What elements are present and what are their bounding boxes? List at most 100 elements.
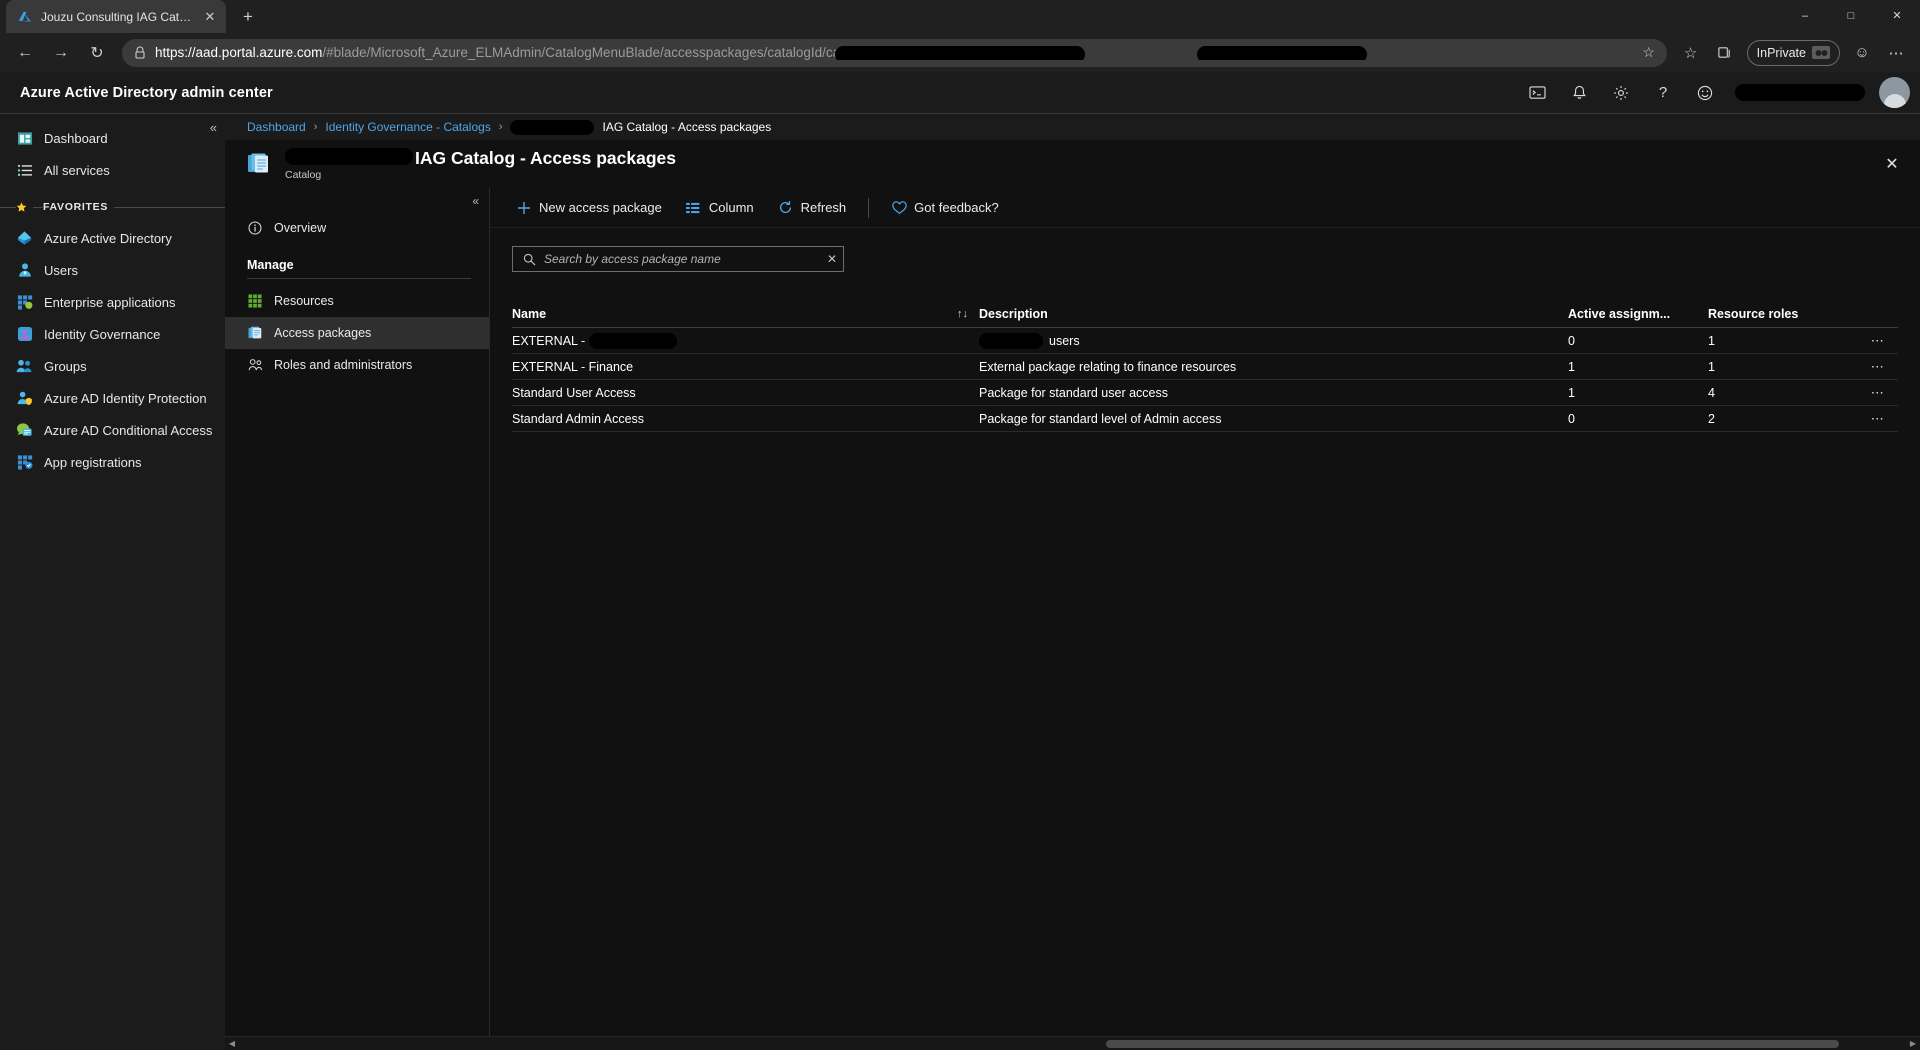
forward-icon[interactable]: → [44, 38, 78, 68]
window-close-button[interactable]: ✕ [1874, 0, 1920, 31]
close-icon[interactable]: ✕ [1878, 150, 1906, 178]
access-packages-panel: New access package Column Refresh Got fe… [490, 188, 1920, 1036]
sidebar-item-users[interactable]: Users [0, 254, 225, 286]
blade-subtitle: Catalog [285, 168, 322, 181]
sidebar-item-identity-governance[interactable]: Identity Governance [0, 318, 225, 350]
url-redaction-1 [835, 46, 1085, 60]
search-box[interactable]: ✕ [512, 246, 844, 272]
blade-menu-item-overview[interactable]: Overview [225, 212, 489, 244]
sidebar-item-label: Azure AD Conditional Access [44, 422, 213, 438]
new-access-package-button[interactable]: New access package [506, 193, 672, 223]
cell-active-assignments: 1 [1568, 359, 1575, 374]
search-input[interactable] [544, 252, 820, 266]
table-row[interactable]: EXTERNAL - users 0 1 ⋯ [512, 328, 1898, 354]
sidebar-collapse-icon[interactable]: « [210, 120, 217, 135]
blade-menu-item-label: Overview [274, 221, 327, 235]
column-header-resource-roles[interactable]: Resource roles [1708, 307, 1858, 321]
users-icon [16, 262, 33, 279]
blade-menu-collapse-icon[interactable]: « [472, 194, 479, 208]
browser-more-icon[interactable]: ⋯ [1880, 38, 1912, 68]
sort-indicator-icon[interactable]: ↑↓ [957, 308, 979, 320]
bookmark-star-icon[interactable]: ☆ [1637, 44, 1661, 61]
row-more-actions-icon[interactable]: ⋯ [1858, 385, 1898, 401]
cloud-shell-icon[interactable] [1517, 73, 1557, 113]
cell-active-assignments: 1 [1568, 385, 1575, 400]
scroll-right-arrow-icon[interactable]: ▶ [1906, 1038, 1920, 1050]
got-feedback-button[interactable]: Got feedback? [881, 193, 1009, 223]
sidebar-item-label: Azure Active Directory [44, 230, 172, 246]
table-row[interactable]: Standard User Access Package for standar… [512, 380, 1898, 406]
feedback-smiley-icon[interactable] [1685, 73, 1725, 113]
sidebar-item-azure-ad-identity-protection[interactable]: Azure AD Identity Protection [0, 382, 225, 414]
blade-menu-item-label: Resources [274, 294, 334, 308]
feedback-smiley-icon[interactable]: ☺ [1846, 38, 1878, 68]
sidebar-item-all-services[interactable]: All services [0, 154, 225, 186]
breadcrumb-item-identity-governance-catalogs[interactable]: Identity Governance - Catalogs [325, 120, 490, 134]
scroll-left-arrow-icon[interactable]: ◀ [225, 1038, 239, 1050]
breadcrumb-item-redacted[interactable] [510, 119, 595, 135]
search-icon [521, 251, 537, 267]
row-more-actions-icon[interactable]: ⋯ [1858, 333, 1898, 349]
collections-icon[interactable] [1709, 38, 1741, 68]
page-title: IAG Catalog - Access packages [415, 147, 676, 168]
reload-icon[interactable]: ↻ [80, 38, 114, 68]
table-row[interactable]: Standard Admin Access Package for standa… [512, 406, 1898, 432]
cell-description-redaction [979, 332, 1043, 349]
notifications-icon[interactable] [1559, 73, 1599, 113]
settings-gear-icon[interactable] [1601, 73, 1641, 113]
sidebar-item-label: Users [44, 262, 78, 278]
blade-menu-item-roles-and-administrators[interactable]: Roles and administrators [225, 349, 489, 381]
sidebar-item-app-registrations[interactable]: App registrations [0, 446, 225, 478]
help-icon[interactable]: ? [1643, 73, 1683, 113]
breadcrumb-separator: › [313, 121, 318, 133]
window-controls: – □ ✕ [1782, 0, 1920, 33]
blade-header: IAG Catalog - Access packages Catalog ✕ [225, 140, 1920, 188]
column-header-active-assignments[interactable]: Active assignm... [1568, 307, 1708, 321]
new-tab-button[interactable]: + [234, 3, 262, 31]
breadcrumb-item-dashboard[interactable]: Dashboard [247, 120, 306, 134]
cell-resource-roles: 2 [1708, 411, 1715, 426]
scrollbar-track[interactable] [239, 1037, 1906, 1050]
browser-tab[interactable]: Jouzu Consulting IAG Catalog - A ✕ [6, 0, 226, 33]
address-bar-url: https://aad.portal.azure.com/#blade/Micr… [155, 45, 1637, 60]
row-more-actions-icon[interactable]: ⋯ [1858, 411, 1898, 427]
columns-icon [686, 200, 702, 216]
cell-description: External package relating to finance res… [979, 359, 1237, 374]
identity-protection-icon [16, 390, 33, 407]
sidebar-item-label: Azure AD Identity Protection [44, 390, 207, 406]
access-packages-icon [247, 325, 263, 341]
back-icon[interactable]: ← [8, 38, 42, 68]
window-minimize-button[interactable]: – [1782, 0, 1828, 31]
cell-name: EXTERNAL - [512, 332, 957, 349]
sidebar-item-groups[interactable]: Groups [0, 350, 225, 382]
conditional-access-icon [16, 422, 33, 439]
address-bar[interactable]: https://aad.portal.azure.com/#blade/Micr… [122, 38, 1667, 67]
horizontal-scrollbar[interactable]: ◀ ▶ [225, 1036, 1920, 1050]
favorites-header: FAVORITES [0, 192, 225, 222]
window-maximize-button[interactable]: □ [1828, 0, 1874, 31]
column-header-name[interactable]: Name [512, 307, 957, 321]
avatar[interactable] [1879, 77, 1910, 108]
sidebar-item-enterprise-applications[interactable]: Enterprise applications [0, 286, 225, 318]
all-services-icon [16, 162, 33, 179]
inprivate-badge[interactable]: InPrivate [1746, 39, 1840, 66]
blade-menu-item-access-packages[interactable]: Access packages [225, 317, 489, 349]
favorites-icon[interactable]: ☆ [1675, 38, 1707, 68]
blade-menu-item-resources[interactable]: Resources [225, 285, 489, 317]
column-header-description[interactable]: Description [979, 307, 1568, 321]
clear-search-icon[interactable]: ✕ [827, 252, 837, 266]
azure-header: Azure Active Directory admin center ? [0, 72, 1920, 114]
column-button[interactable]: Column [676, 193, 764, 223]
sidebar-item-dashboard[interactable]: Dashboard [0, 122, 225, 154]
plus-icon [516, 200, 532, 216]
row-more-actions-icon[interactable]: ⋯ [1858, 359, 1898, 375]
sidebar-item-azure-ad-conditional-access[interactable]: Azure AD Conditional Access [0, 414, 225, 446]
refresh-button[interactable]: Refresh [768, 193, 857, 223]
catalog-name-redaction [285, 147, 413, 165]
sidebar-item-azure-active-directory[interactable]: Azure Active Directory [0, 222, 225, 254]
identity-governance-icon [16, 326, 33, 343]
table-row[interactable]: EXTERNAL - Finance External package rela… [512, 354, 1898, 380]
command-label: Column [708, 200, 754, 215]
tab-close-icon[interactable]: ✕ [202, 9, 218, 25]
scrollbar-thumb[interactable] [1105, 1039, 1840, 1048]
